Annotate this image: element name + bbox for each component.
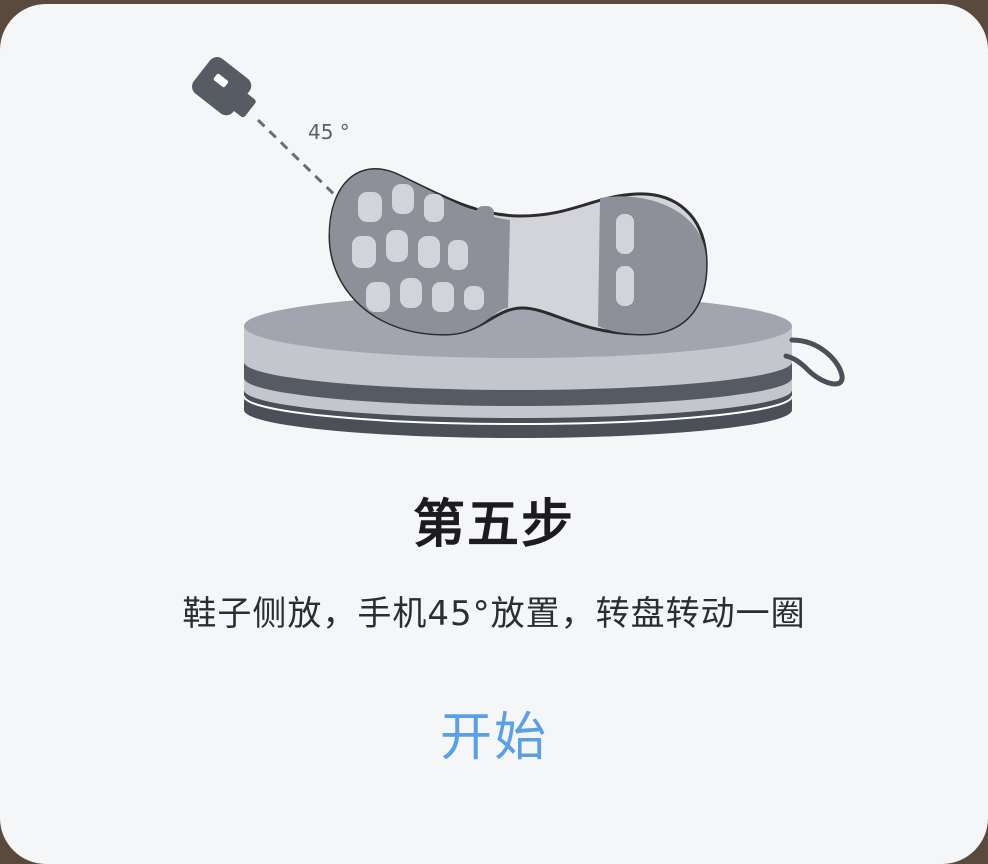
phone-icon [192,57,256,118]
start-button[interactable]: 开始 [394,694,594,770]
shoe-sole-icon [328,168,708,336]
turntable-icon [243,294,845,438]
step-title: 第五步 [412,495,575,555]
angle-label: 45 ° [308,120,350,144]
shoe-scan-illustration: 45 ° [192,57,845,438]
step-dialog: 45 ° 第五步 鞋子侧放，手机45°放置，转盘转动一圈 开始 [0,4,988,864]
step-description: 鞋子侧放，手机45°放置，转盘转动一圈 [182,594,806,634]
